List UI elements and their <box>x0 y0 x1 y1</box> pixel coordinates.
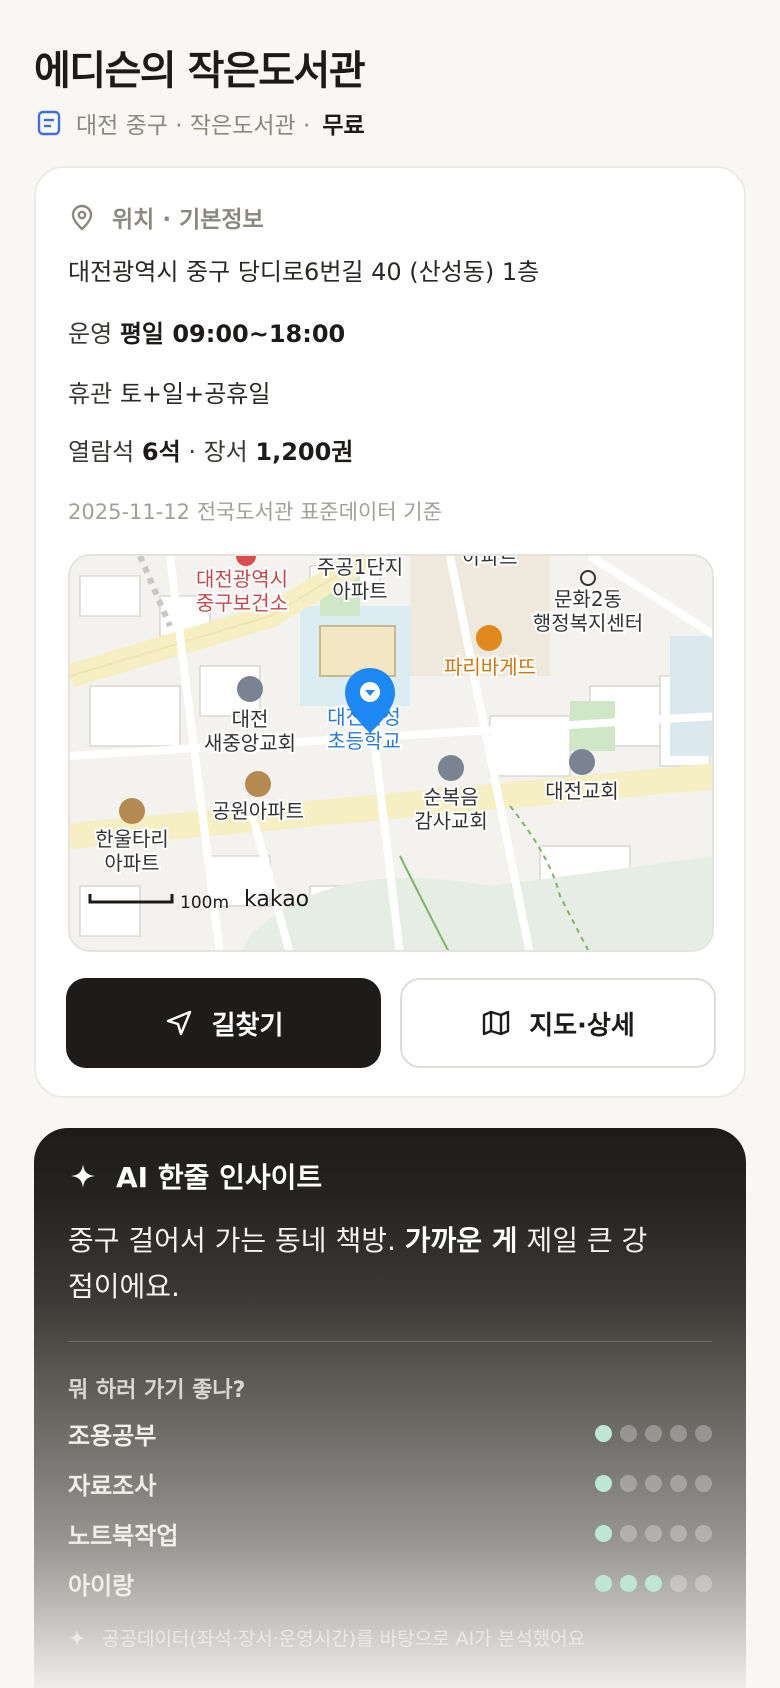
rating-row: 조용공부 <box>68 1416 712 1450</box>
map-label-apt1-1: 주공1단지 <box>317 556 403 579</box>
ai-insight-card: AI 한줄 인사이트 중구 걸어서 가는 동네 책방. 가까운 게 제일 큰 강… <box>34 1128 746 1688</box>
rating-dots <box>595 1474 712 1492</box>
rating-dot <box>670 1474 687 1492</box>
ai-summary: 중구 걸어서 가는 동네 책방. 가까운 게 제일 큰 강점이에요. <box>68 1218 668 1310</box>
rating-row: 자료조사 <box>68 1466 712 1500</box>
rating-dot <box>695 1574 712 1592</box>
directions-button[interactable]: 길찾기 <box>66 978 381 1068</box>
rating-dot <box>645 1574 662 1592</box>
map-label-health-2: 중구보건소 <box>196 591 288 615</box>
map-label-apt3-1: 한울타리 <box>95 827 169 851</box>
page-title: 에디슨의 작은도서관 <box>34 48 366 94</box>
rating-row: 노트북작업 <box>68 1516 712 1550</box>
books-value: 1,200권 <box>255 438 354 466</box>
rating-dot <box>645 1524 662 1542</box>
rating-dot <box>595 1574 612 1592</box>
hours-label: 운영 <box>68 320 113 348</box>
library-meta: 대전 중구 · 작은도서관 · 무료 <box>36 108 365 139</box>
map-icon <box>481 1008 511 1038</box>
rating-dot <box>695 1424 712 1442</box>
rating-dot <box>595 1474 612 1492</box>
seats-label: 열람석 <box>68 438 135 466</box>
map-label-apt3-2: 아파트 <box>104 851 159 875</box>
closed-value: 토+일+공휴일 <box>119 380 271 408</box>
rating-dot <box>695 1524 712 1542</box>
map-label-church1-2: 새중앙교회 <box>204 731 296 755</box>
rating-dot <box>645 1424 662 1442</box>
map-label-church2-1: 순복음 <box>423 785 478 809</box>
rating-dot <box>620 1524 637 1542</box>
sparkle-small-icon <box>68 1629 86 1647</box>
ai-footnote-text: 공공데이터(좌석·장서·운영시간)를 바탕으로 AI가 분석했어요 <box>102 1628 586 1650</box>
ai-text-a: 중구 걸어서 가는 동네 책방. <box>68 1224 405 1257</box>
closed-label: 휴관 <box>68 380 113 408</box>
ai-question: 뭐 하러 가기 좋나? <box>68 1378 246 1403</box>
books-label: · 장서 <box>188 438 248 466</box>
map-label-church3: 대전교회 <box>545 779 619 803</box>
section-title: 위치 · 기본정보 <box>112 207 264 233</box>
info-card: 위치 · 기본정보 대전광역시 중구 당디로6번길 40 (산성동) 1층 운영… <box>34 166 746 1098</box>
map-label-church1-1: 대전 <box>232 707 269 731</box>
section-header: 위치 · 기본정보 <box>68 200 264 234</box>
rating-dot <box>595 1424 612 1442</box>
rating-dot <box>670 1524 687 1542</box>
capacity-line: 열람석 6석 · 장서 1,200권 <box>68 432 353 467</box>
rating-label: 자료조사 <box>68 1471 157 1500</box>
rating-dot <box>695 1474 712 1492</box>
map-label-church2-2: 감사교회 <box>414 809 488 833</box>
map-detail-button[interactable]: 지도·상세 <box>400 978 716 1068</box>
map-label-apt1-2: 아파트 <box>332 579 387 603</box>
rating-label: 노트북작업 <box>68 1521 179 1550</box>
rating-label: 아이랑 <box>68 1571 135 1600</box>
free-badge: 무료 <box>322 113 365 139</box>
document-icon <box>36 110 62 136</box>
map-label-office-1: 문화2동 <box>554 587 622 611</box>
divider <box>68 1341 712 1342</box>
rating-dot <box>595 1524 612 1542</box>
rating-dot <box>620 1424 637 1442</box>
map-scale: 100m <box>180 893 229 913</box>
map-view[interactable]: 대전광역시 중구보건소 주공1단지 아파트 아파트 문화2동 행정복지센터 파리… <box>68 554 714 952</box>
rating-label: 조용공부 <box>68 1421 157 1450</box>
map-label-school-2: 초등학교 <box>327 729 401 753</box>
hours-line: 운영 평일 09:00~18:00 <box>68 314 345 349</box>
rating-dot <box>670 1424 687 1442</box>
source-note: 2025-11-12 전국도서관 표준데이터 기준 <box>68 500 442 524</box>
rating-dots <box>595 1574 712 1592</box>
rating-dot <box>620 1474 637 1492</box>
map-label-health-1: 대전광역시 <box>196 567 288 591</box>
rating-dot <box>645 1474 662 1492</box>
map-label-office-2: 행정복지센터 <box>533 611 643 635</box>
map-label-apt2: 공원아파트 <box>212 799 304 823</box>
closed-line: 휴관 토+일+공휴일 <box>68 374 270 409</box>
rating-row: 아이랑 <box>68 1566 712 1600</box>
address: 대전광역시 중구 당디로6번길 40 (산성동) 1층 <box>68 258 540 286</box>
ai-title: AI 한줄 인사이트 <box>116 1161 323 1194</box>
location-pin-icon <box>68 203 96 231</box>
rating-dots <box>595 1524 712 1542</box>
sparkle-icon <box>70 1163 96 1189</box>
map-label-apt-top: 아파트 <box>462 556 517 569</box>
rating-dot <box>670 1574 687 1592</box>
hours-value: 평일 09:00~18:00 <box>119 320 346 348</box>
meta-text: 대전 중구 · 작은도서관 · <box>76 113 311 139</box>
rating-dot <box>620 1574 637 1592</box>
seats-value: 6석 <box>141 438 181 466</box>
map-detail-label: 지도·상세 <box>529 1010 635 1041</box>
directions-label: 길찾기 <box>211 1010 284 1041</box>
rating-dots <box>595 1424 712 1442</box>
map-label-bakery: 파리바게뜨 <box>444 655 536 679</box>
ai-footnote: 공공데이터(좌석·장서·운영시간)를 바탕으로 AI가 분석했어요 <box>68 1624 585 1651</box>
ai-header: AI 한줄 인사이트 <box>70 1156 322 1196</box>
map-brand: kakao <box>244 887 309 912</box>
navigation-arrow-icon <box>164 1008 194 1038</box>
ai-text-bold: 가까운 게 <box>404 1224 518 1257</box>
